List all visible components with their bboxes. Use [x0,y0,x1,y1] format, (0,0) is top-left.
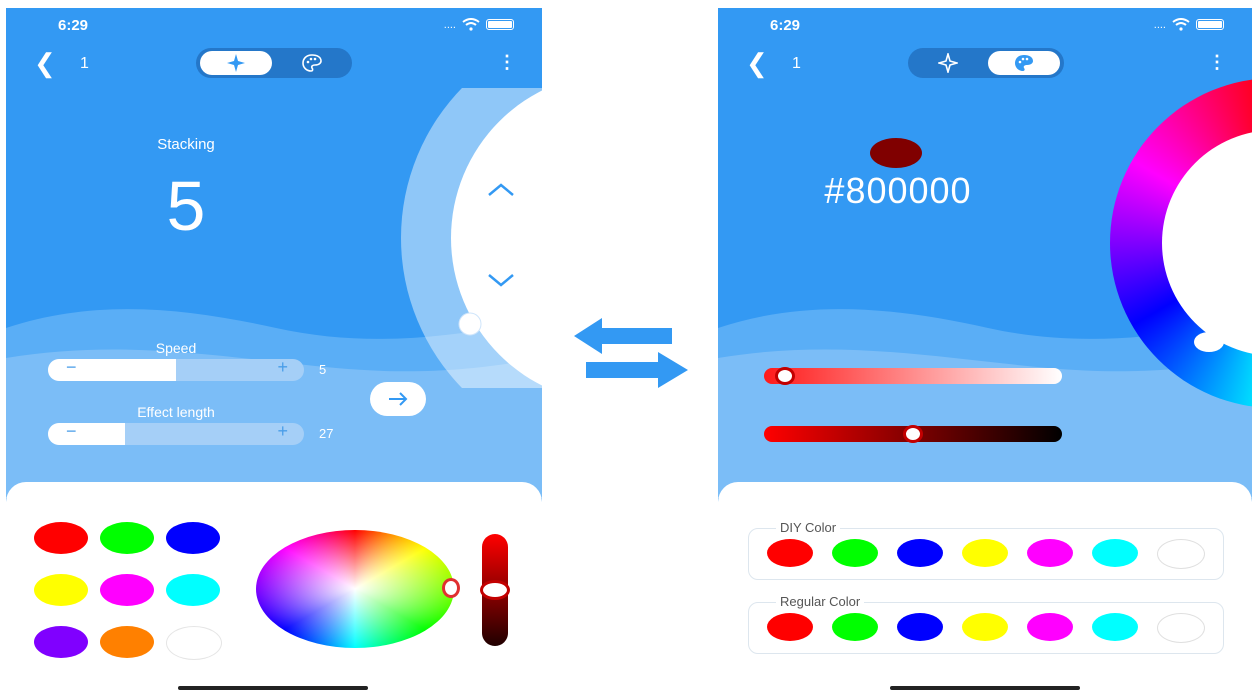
sparkle-icon [227,54,245,72]
effect-length-slider-fill [48,423,125,445]
palette-color-swatch[interactable] [34,574,88,606]
diy-color-group [748,528,1224,580]
speed-minus-button[interactable]: − [66,359,77,378]
speed-label: Speed [155,340,197,356]
mode-toggle [196,48,352,78]
arrow-right-icon [389,392,408,406]
regular-color-title: Regular Color [776,594,865,609]
wifi-icon [462,18,480,31]
stacking-value: 5 [166,167,206,245]
diy-color-swatch[interactable] [832,539,878,567]
sparkle-icon [938,53,958,73]
palette-color-swatch[interactable] [166,626,222,660]
palette-color-swatch[interactable] [100,574,154,606]
left-screen: 6:29 .... ❮ 1 ⋮ Stacking 5 Speed − + 5 E… [6,8,542,690]
battery-icon [486,19,514,30]
regular-color-swatch[interactable] [897,613,943,641]
diy-color-swatch[interactable] [897,539,943,567]
palette-icon [302,54,322,72]
brightness-slider[interactable] [764,425,1062,443]
palette-color-swatch[interactable] [34,626,88,658]
current-color-swatch [870,138,922,168]
speed-slider[interactable]: − + [48,359,304,381]
bottom-panel: DIY Color Regular Color [718,482,1252,690]
palette-color-swatch[interactable] [34,522,88,554]
brightness-handle[interactable] [903,425,923,443]
mode-toggle [908,48,1064,78]
hue-ring-center [1162,130,1252,356]
diy-color-swatch[interactable] [1157,539,1205,569]
regular-color-swatch[interactable] [962,613,1008,641]
regular-color-group [748,602,1224,654]
swap-arrows-icon [574,318,688,388]
palette-color-swatch[interactable] [100,522,154,554]
diy-color-swatch[interactable] [1027,539,1073,567]
status-icons: .... [444,18,514,31]
device-name: 1 [792,55,801,72]
effect-length-plus-button[interactable]: + [277,423,288,442]
hue-ring-handle[interactable] [1194,332,1224,352]
regular-color-swatch[interactable] [832,613,878,641]
status-time: 6:29 [770,17,801,34]
palette-color-swatch[interactable] [100,626,154,658]
palette-color-swatch[interactable] [166,522,220,554]
home-indicator [178,686,368,690]
stacking-label: Stacking [157,136,215,153]
saturation-handle[interactable] [775,367,796,385]
back-icon[interactable]: ❮ [34,50,56,76]
saturation-slider[interactable] [764,367,1062,385]
brightness-slider[interactable] [480,534,510,646]
tab-color[interactable] [276,51,348,75]
effect-length-value: 27 [319,426,334,441]
tab-effects[interactable] [912,51,984,75]
effect-length-slider[interactable]: − + [48,423,304,445]
battery-icon [1196,19,1224,30]
diy-color-swatch[interactable] [962,539,1008,567]
status-time: 6:29 [58,17,89,34]
brightness-handle[interactable] [480,580,510,600]
color-wheel-handle[interactable] [442,578,460,598]
home-indicator [890,686,1080,690]
status-icons: .... [1154,18,1224,31]
hex-value: #800000 [824,170,972,211]
regular-color-swatch[interactable] [1092,613,1138,641]
regular-color-swatch[interactable] [767,613,813,641]
signal-dots: .... [443,18,456,31]
tab-color[interactable] [988,51,1060,75]
tab-effects[interactable] [200,51,272,75]
device-name: 1 [80,55,89,72]
arrow-right-button[interactable] [370,382,426,416]
speed-plus-button[interactable]: + [277,359,288,378]
wifi-icon [1172,18,1190,31]
right-screen: 6:29 .... ❮ 1 ⋮ #800000 DIY Color Regula… [718,8,1252,690]
effect-length-label: Effect length [137,404,215,420]
signal-dots: .... [1153,18,1166,31]
stacking-dial[interactable] [396,88,542,388]
palette-icon [1015,55,1033,71]
diy-color-swatch[interactable] [767,539,813,567]
more-icon[interactable]: ⋮ [1208,53,1226,71]
more-icon[interactable]: ⋮ [498,53,516,71]
speed-value: 5 [319,362,327,377]
diy-color-title: DIY Color [776,520,841,535]
color-wheel[interactable] [256,530,460,648]
effect-length-minus-button[interactable]: − [66,423,77,442]
diy-color-swatch[interactable] [1092,539,1138,567]
back-icon[interactable]: ❮ [746,50,768,76]
regular-color-swatch[interactable] [1157,613,1205,643]
regular-color-swatch[interactable] [1027,613,1073,641]
bottom-panel [6,482,542,690]
palette-color-swatch[interactable] [166,574,220,606]
dial-knob[interactable] [458,312,482,336]
